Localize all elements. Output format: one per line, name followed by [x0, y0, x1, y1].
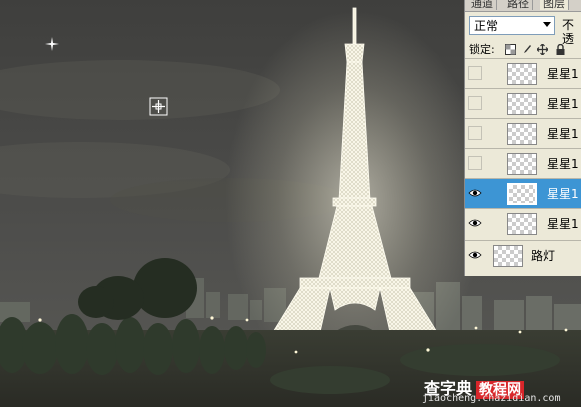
layer-name: 路灯 [531, 249, 556, 263]
tab-paths[interactable]: 路径 [504, 0, 533, 10]
blend-mode-select[interactable]: 正常 [469, 16, 555, 35]
layer-row[interactable]: 星星1 [465, 58, 581, 89]
visibility-toggle[interactable] [468, 126, 482, 140]
layer-thumbnail [507, 213, 537, 235]
layer-row[interactable]: 星星1 [465, 88, 581, 119]
eye-icon[interactable] [468, 186, 482, 200]
layer-row[interactable]: 星星1 [465, 148, 581, 179]
panel-tab-strip: 通道 路径 图层 [465, 0, 581, 12]
layer-thumbnail [507, 63, 537, 85]
layers-panel: 通道 路径 图层 正常 不透 锁定: 星星1 星星1 星星1 星星1 星星1 星… [464, 0, 581, 276]
visibility-toggle[interactable] [468, 66, 482, 80]
layer-name: 星星1 [547, 187, 579, 201]
tab-channels[interactable]: 通道 [468, 0, 497, 10]
lock-move-icon[interactable] [537, 44, 548, 55]
dropdown-arrow-icon [543, 22, 551, 27]
layer-row[interactable]: 路灯 [465, 240, 581, 271]
layer-row-selected[interactable]: 星星1 [465, 178, 581, 209]
layer-thumbnail [507, 123, 537, 145]
layer-thumbnail [507, 153, 537, 175]
site-watermark: 查字典 教程网 jiaocheng.chazidian.com [420, 375, 581, 407]
blend-mode-value: 正常 [474, 19, 499, 33]
watermark-url: jiaocheng.chazidian.com [422, 393, 561, 404]
visibility-toggle[interactable] [468, 96, 482, 110]
layer-thumbnail [493, 245, 523, 267]
layer-thumbnail [507, 93, 537, 115]
layer-name: 星星1 [547, 67, 579, 81]
lock-label: 锁定: [469, 43, 495, 56]
layer-row[interactable]: 星星1 [465, 118, 581, 149]
lock-transparency-icon[interactable] [505, 44, 516, 55]
layer-name: 星星1 [547, 97, 579, 111]
lock-all-icon[interactable] [555, 44, 566, 55]
layer-row[interactable]: 星星1 [465, 208, 581, 239]
eye-icon[interactable] [468, 216, 482, 230]
layer-thumbnail [507, 183, 537, 205]
lock-brush-icon[interactable] [521, 44, 532, 55]
tab-layers[interactable]: 图层 [540, 0, 569, 10]
layer-name: 星星1 [547, 127, 579, 141]
layer-name: 星星1 [547, 217, 579, 231]
layer-name: 星星1 [547, 157, 579, 171]
visibility-toggle[interactable] [468, 156, 482, 170]
eye-icon[interactable] [468, 248, 482, 262]
